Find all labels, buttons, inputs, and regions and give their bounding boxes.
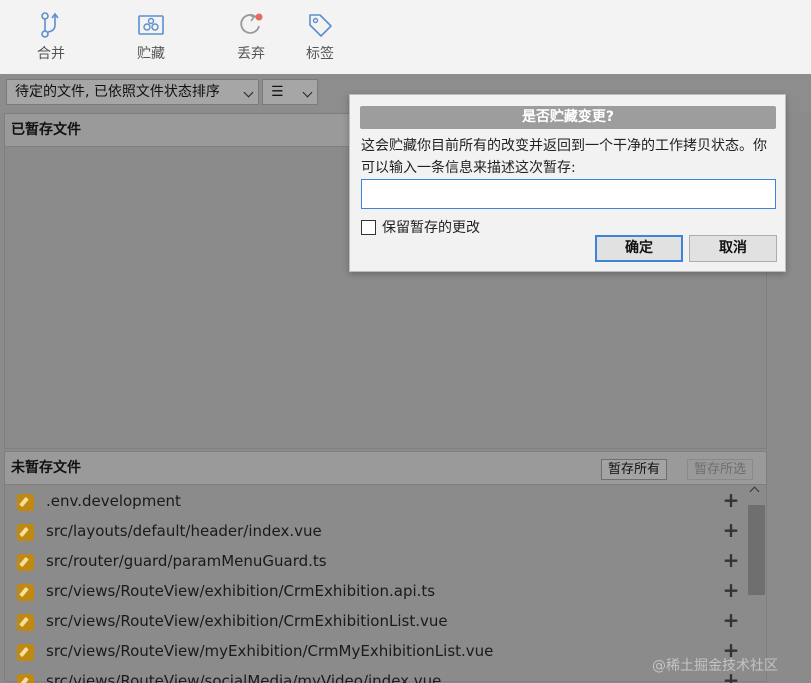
- file-name: src/views/RouteView/exhibition/CrmExhibi…: [46, 612, 448, 630]
- file-row[interactable]: src/layouts/default/header/index.vue +: [5, 517, 745, 547]
- keep-staged-label: 保留暂存的更改: [382, 220, 480, 236]
- dialog-title: 是否贮藏变更?: [360, 106, 776, 129]
- tag-button[interactable]: 标签: [297, 10, 343, 70]
- merge-button[interactable]: 合并: [28, 10, 74, 70]
- file-name: src/views/RouteView/exhibition/CrmExhibi…: [46, 582, 436, 600]
- unstaged-files-list: .env.development + src/layouts/default/h…: [5, 485, 766, 683]
- unstaged-files-title: 未暂存文件: [11, 460, 81, 476]
- staged-files-title: 已暂存文件: [11, 122, 81, 138]
- stage-file-plus-icon[interactable]: +: [721, 610, 741, 630]
- list-icon: ☰: [271, 84, 284, 100]
- merge-icon: [39, 10, 63, 40]
- file-name: src/layouts/default/header/index.vue: [46, 522, 322, 540]
- stash-button[interactable]: 贮藏: [128, 10, 174, 70]
- file-row[interactable]: src/views/RouteView/exhibition/CrmExhibi…: [5, 577, 745, 607]
- scroll-up-arrow-icon[interactable]: [749, 486, 760, 497]
- file-name: src/views/RouteView/myExhibition/CrmMyEx…: [46, 642, 494, 660]
- file-row[interactable]: src/router/guard/paramMenuGuard.ts +: [5, 547, 745, 577]
- ok-button[interactable]: 确定: [595, 235, 683, 262]
- chevron-down-icon: [243, 87, 254, 98]
- stage-file-plus-icon[interactable]: +: [721, 520, 741, 540]
- modified-file-icon: [17, 584, 34, 601]
- sort-select-value: 待定的文件, 已依照文件状态排序: [15, 84, 220, 100]
- file-row[interactable]: src/views/RouteView/myExhibition/CrmMyEx…: [5, 637, 745, 667]
- tag-label: 标签: [306, 46, 334, 62]
- modified-file-icon: [17, 524, 34, 541]
- watermark: @稀土掘金技术社区: [652, 658, 778, 674]
- unstaged-files-header: 未暂存文件 暂存所有 暂存所选: [5, 452, 766, 485]
- file-row[interactable]: src/views/RouteView/exhibition/CrmExhibi…: [5, 607, 745, 637]
- stage-all-button[interactable]: 暂存所有: [601, 459, 668, 480]
- file-row[interactable]: .env.development +: [5, 487, 745, 517]
- stage-file-plus-icon[interactable]: +: [721, 490, 741, 510]
- checkbox-box[interactable]: [361, 219, 376, 235]
- scrollbar-thumb[interactable]: [748, 505, 765, 595]
- toolbar: 合并 贮藏 丢弃 标签: [0, 0, 811, 74]
- modified-file-icon: [17, 614, 34, 631]
- unstaged-files-panel: 未暂存文件 暂存所有 暂存所选 .env.development + src/l…: [4, 451, 767, 683]
- stash-message-input[interactable]: [361, 179, 776, 209]
- stage-file-plus-icon[interactable]: +: [721, 550, 741, 570]
- unstaged-scrollbar[interactable]: [746, 485, 766, 681]
- keep-staged-checkbox[interactable]: 保留暂存的更改: [361, 217, 480, 237]
- file-name: src/router/guard/paramMenuGuard.ts: [46, 552, 327, 570]
- view-mode-select[interactable]: ☰: [262, 79, 318, 105]
- sort-select[interactable]: 待定的文件, 已依照文件状态排序: [6, 79, 259, 105]
- stage-file-plus-icon[interactable]: +: [721, 580, 741, 600]
- file-name: .env.development: [46, 492, 181, 510]
- stash-dialog: 是否贮藏变更? 这会贮藏你目前所有的改变并返回到一个干净的工作拷贝状态。你可以输…: [349, 94, 786, 272]
- file-name: src/views/RouteView/socialMedia/myVideo/…: [46, 672, 442, 683]
- modified-file-icon: [17, 554, 34, 571]
- cancel-button[interactable]: 取消: [689, 235, 777, 262]
- discard-button[interactable]: 丢弃: [228, 10, 274, 70]
- stash-label: 贮藏: [137, 46, 165, 62]
- stage-selected-button[interactable]: 暂存所选: [687, 459, 754, 480]
- tag-icon: [306, 10, 334, 40]
- stash-icon: [137, 10, 165, 40]
- file-row[interactable]: src/views/RouteView/socialMedia/myVideo/…: [5, 667, 745, 683]
- discard-label: 丢弃: [237, 46, 265, 62]
- modified-file-icon: [17, 644, 34, 661]
- dialog-message: 这会贮藏你目前所有的改变并返回到一个干净的工作拷贝状态。你可以输入一条信息来描述…: [361, 138, 767, 176]
- merge-label: 合并: [37, 46, 65, 62]
- chevron-down-icon: [302, 87, 313, 98]
- discard-icon: [237, 10, 265, 40]
- modified-file-icon: [17, 494, 34, 511]
